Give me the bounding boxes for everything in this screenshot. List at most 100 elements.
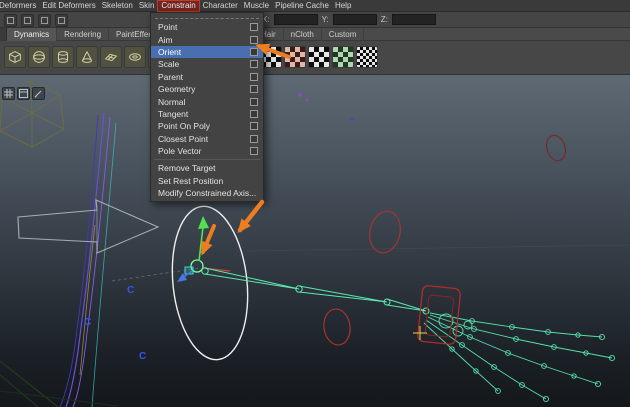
tab-dynamics[interactable]: Dynamics	[7, 28, 57, 41]
menu-item-tangent[interactable]: Tangent	[151, 108, 263, 120]
poly-cube-icon[interactable]	[4, 46, 26, 68]
menu-item-label: Aim	[158, 35, 173, 45]
panel-icon[interactable]	[17, 87, 30, 100]
shelf-icons-left	[4, 46, 170, 68]
menu-item-pole-vector[interactable]: Pole Vector	[151, 145, 263, 157]
menu-item-modify-constrained-axis[interactable]: Modify Constrained Axis...	[151, 187, 263, 199]
constrain-menu: Point Aim Orient Scale Parent Geometry N…	[150, 12, 264, 202]
tangent-option-box[interactable]	[250, 110, 258, 118]
menu-item-scale[interactable]: Scale	[151, 58, 263, 70]
poly-sphere-icon[interactable]	[28, 46, 50, 68]
curve-label: C	[127, 285, 134, 296]
menu-skeleton[interactable]: Skeleton	[99, 0, 136, 12]
menu-item-closest-point[interactable]: Closest Point	[151, 133, 263, 145]
menu-tearoff-handle[interactable]	[155, 15, 259, 19]
geometry-option-box[interactable]	[250, 85, 258, 93]
menu-item-label: Parent	[158, 72, 183, 82]
pole-vector-option-box[interactable]	[250, 147, 258, 155]
point-option-box[interactable]	[250, 23, 258, 31]
snap-point-icon[interactable]	[38, 14, 51, 27]
scale-option-box[interactable]	[250, 60, 258, 68]
checker-texture-green-icon[interactable]	[332, 46, 354, 68]
menu-muscle[interactable]: Muscle	[241, 0, 272, 12]
curve-labels: C C C	[84, 285, 146, 362]
maya-window: Deformers Edit Deformers Skeleton Skin C…	[0, 0, 630, 407]
wire-curves-purple	[60, 113, 116, 407]
curve-label: C	[84, 317, 91, 328]
menu-item-label: Remove Target	[158, 163, 215, 173]
tab-ncloth[interactable]: nCloth	[284, 28, 322, 41]
closest-point-option-box[interactable]	[250, 135, 258, 143]
control-curves-red	[322, 133, 569, 347]
point-on-poly-option-box[interactable]	[250, 122, 258, 130]
z-field-label: Z:	[381, 15, 388, 24]
checker-texture-icon-2[interactable]	[308, 46, 330, 68]
snap-icon-group	[4, 14, 68, 27]
transform-entry-fields: X: Y: Z:	[262, 14, 436, 25]
shelf	[0, 41, 630, 75]
menu-item-set-rest-position[interactable]: Set Rest Position	[151, 175, 263, 187]
x-field-input[interactable]	[274, 14, 318, 25]
menu-item-aim[interactable]: Aim	[151, 33, 263, 45]
tab-custom[interactable]: Custom	[322, 28, 365, 41]
poly-cylinder-icon[interactable]	[52, 46, 74, 68]
y-field-input[interactable]	[333, 14, 377, 25]
snap-view-icon[interactable]	[55, 14, 68, 27]
menu-item-label: Point On Poly	[158, 121, 210, 131]
menu-item-label: Point	[158, 22, 177, 32]
skeleton-hand	[424, 313, 615, 402]
stray-points	[298, 93, 354, 121]
checker-texture-fine-icon[interactable]	[356, 46, 378, 68]
menu-item-label: Set Rest Position	[158, 176, 223, 186]
menu-item-point-on-poly[interactable]: Point On Poly	[151, 120, 263, 132]
aim-option-box[interactable]	[250, 36, 258, 44]
status-line: X: Y: Z:	[0, 12, 630, 28]
menu-item-orient[interactable]: Orient	[151, 46, 263, 58]
locator-cross-icon	[413, 326, 427, 340]
menu-item-label: Normal	[158, 97, 185, 107]
menu-character[interactable]: Character	[200, 0, 241, 12]
menu-skin[interactable]: Skin	[136, 0, 158, 12]
menu-help[interactable]: Help	[332, 0, 354, 12]
curve-label: C	[139, 351, 146, 362]
menu-item-label: Scale	[158, 59, 179, 69]
menu-pipeline-cache[interactable]: Pipeline Cache	[272, 0, 332, 12]
viewport-3d[interactable]: C C C	[0, 75, 630, 407]
menu-item-label: Geometry	[158, 84, 195, 94]
tab-rendering[interactable]: Rendering	[57, 28, 109, 41]
menu-item-geometry[interactable]: Geometry	[151, 83, 263, 95]
poly-plane-icon[interactable]	[100, 46, 122, 68]
menu-item-label: Closest Point	[158, 134, 208, 144]
z-field-input[interactable]	[392, 14, 436, 25]
orient-option-box[interactable]	[250, 48, 258, 56]
menu-item-point[interactable]: Point	[151, 21, 263, 33]
poly-cone-icon[interactable]	[76, 46, 98, 68]
checker-texture-red-icon[interactable]	[284, 46, 306, 68]
menu-item-label: Modify Constrained Axis...	[158, 188, 256, 198]
scene-wireframe: C C C	[0, 75, 630, 407]
snap-curve-icon[interactable]	[21, 14, 34, 27]
menu-bar: Deformers Edit Deformers Skeleton Skin C…	[0, 0, 630, 12]
pencil-icon[interactable]	[32, 87, 45, 100]
shelf-tab-group-right: Hair nCloth Custom	[254, 28, 364, 41]
snap-grid-icon[interactable]	[4, 14, 17, 27]
shelf-icons-right	[260, 46, 378, 68]
shelf-tab-menu-button[interactable]	[0, 28, 7, 41]
grid-icon[interactable]	[2, 87, 15, 100]
menu-item-parent[interactable]: Parent	[151, 71, 263, 83]
selection-circle	[165, 203, 255, 364]
menu-item-remove-target[interactable]: Remove Target	[151, 162, 263, 174]
menu-item-label: Tangent	[158, 109, 188, 119]
menu-item-normal[interactable]: Normal	[151, 95, 263, 107]
normal-option-box[interactable]	[250, 98, 258, 106]
ground-wires	[0, 361, 118, 407]
menu-separator	[154, 159, 260, 160]
menu-constrain[interactable]: Constrain	[157, 0, 199, 12]
poly-torus-icon[interactable]	[124, 46, 146, 68]
parent-option-box[interactable]	[250, 73, 258, 81]
menu-deformers[interactable]: Deformers	[0, 0, 39, 12]
menu-edit-deformers[interactable]: Edit Deformers	[39, 0, 98, 12]
skeleton-arm	[202, 268, 429, 314]
wire-arrow-gray	[18, 200, 158, 253]
y-field-label: Y:	[322, 15, 329, 24]
